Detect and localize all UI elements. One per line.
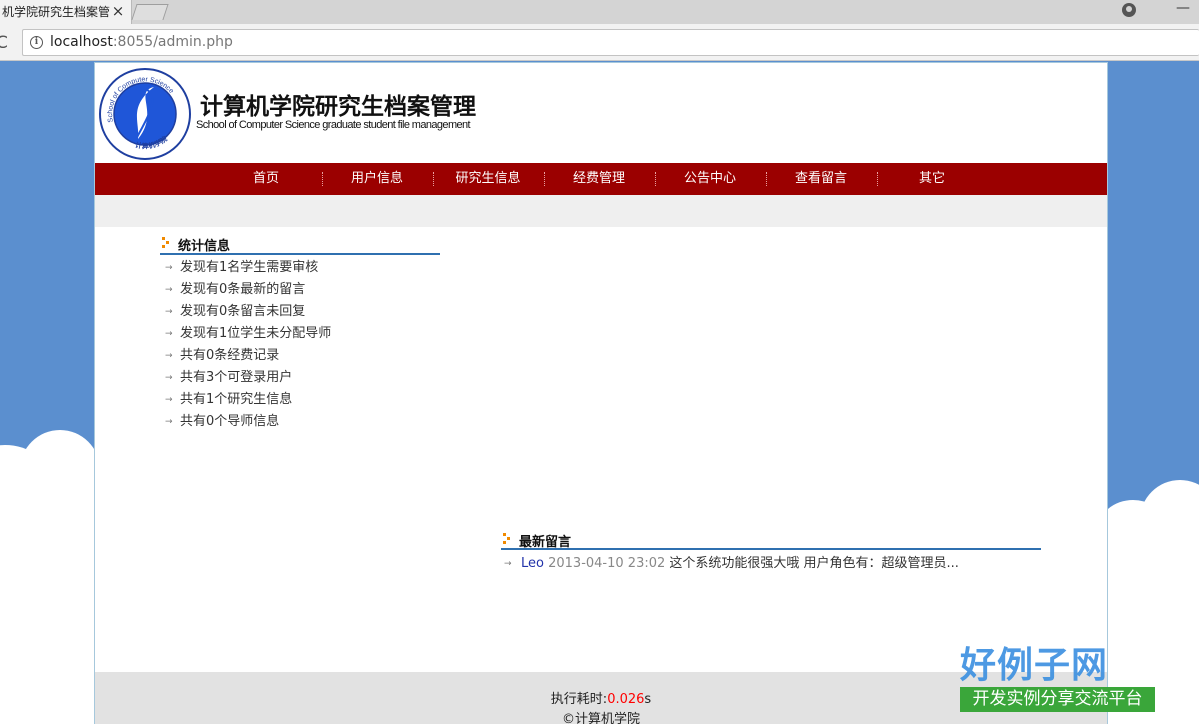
page-container: School of Computer Science 计算机学院 计算机学院研究… xyxy=(94,62,1108,724)
address-bar[interactable]: i localhost:8055/admin.php xyxy=(22,29,1199,56)
messages-heading-rule xyxy=(501,548,1041,550)
bullet-icon xyxy=(503,533,512,545)
site-subtitle: School of Computer Science graduate stud… xyxy=(196,119,471,131)
minimize-button[interactable]: — xyxy=(1168,0,1198,20)
new-tab-button[interactable] xyxy=(131,4,169,20)
main-nav: 首页 用户信息 研究生信息 经费管理 公告中心 查看留言 其它 xyxy=(95,163,1107,195)
site-header: School of Computer Science 计算机学院 计算机学院研究… xyxy=(95,63,1107,163)
url-text[interactable]: localhost:8055/admin.php xyxy=(50,34,233,50)
nav-funding[interactable]: 经费管理 xyxy=(544,163,654,195)
list-item[interactable]: 共有0个导师信息 xyxy=(163,411,331,433)
list-item[interactable]: 共有3个可登录用户 xyxy=(163,367,331,389)
site-title: 计算机学院研究生档案管理 xyxy=(200,94,476,120)
watermark-brand-slogan: 开发实例分享交流平台 xyxy=(960,687,1155,712)
browser-toolbar: C i localhost:8055/admin.php xyxy=(0,24,1199,61)
copyright: ©计算机学院 xyxy=(561,712,640,724)
nav-messages[interactable]: 查看留言 xyxy=(766,163,876,195)
browser-tab[interactable]: 机学院研究生档案管 × xyxy=(0,0,132,24)
list-item[interactable]: 发现有0条留言未回复 xyxy=(163,301,331,323)
school-logo: School of Computer Science 计算机学院 xyxy=(99,68,191,160)
tab-title: 机学院研究生档案管 xyxy=(2,5,111,19)
message-user[interactable]: Leo xyxy=(521,556,544,571)
list-item[interactable]: 共有1个研究生信息 xyxy=(163,389,331,411)
message-text[interactable]: 这个系统功能很强大哦 用户角色有：超级管理员... xyxy=(669,556,959,571)
sub-banner xyxy=(95,195,1107,227)
nav-notices[interactable]: 公告中心 xyxy=(655,163,765,195)
site-footer: 执行耗时:0.026s ©计算机学院 xyxy=(95,672,1107,724)
tab-close-icon[interactable]: × xyxy=(110,0,126,24)
url-path: :8055/admin.php xyxy=(112,34,233,50)
list-item[interactable]: 发现有1名学生需要审核 xyxy=(163,257,331,279)
url-host: localhost xyxy=(50,34,113,50)
watermark-brand-title: 好例子网 xyxy=(960,645,1109,686)
profile-icon[interactable] xyxy=(1122,3,1136,17)
stats-heading-rule xyxy=(160,253,440,255)
watermark-brand: 好例子网 开发实例分享交流平台 xyxy=(958,636,1158,716)
nav-user-info[interactable]: 用户信息 xyxy=(322,163,432,195)
list-item[interactable]: 共有0条经费记录 xyxy=(163,345,331,367)
execution-time-value: 0.026 xyxy=(607,692,645,707)
message-time: 2013-04-10 23:02 xyxy=(548,556,666,571)
browser-tab-strip: 机学院研究生档案管 × — xyxy=(0,0,1199,24)
nav-graduate-info[interactable]: 研究生信息 xyxy=(433,163,543,195)
stats-list: 发现有1名学生需要审核 发现有0条最新的留言 发现有0条留言未回复 发现有1位学… xyxy=(163,257,331,433)
nav-other[interactable]: 其它 xyxy=(877,163,987,195)
nav-home[interactable]: 首页 xyxy=(211,163,321,195)
bullet-icon xyxy=(162,237,171,249)
message-item[interactable]: Leo 2013-04-10 23:02 这个系统功能很强大哦 用户角色有：超级… xyxy=(501,553,959,575)
info-icon[interactable]: i xyxy=(30,36,43,49)
execution-time: 执行耗时:0.026s xyxy=(550,692,652,707)
list-item[interactable]: 发现有0条最新的留言 xyxy=(163,279,331,301)
reload-icon[interactable]: C xyxy=(0,33,8,53)
list-item[interactable]: 发现有1位学生未分配导师 xyxy=(163,323,331,345)
